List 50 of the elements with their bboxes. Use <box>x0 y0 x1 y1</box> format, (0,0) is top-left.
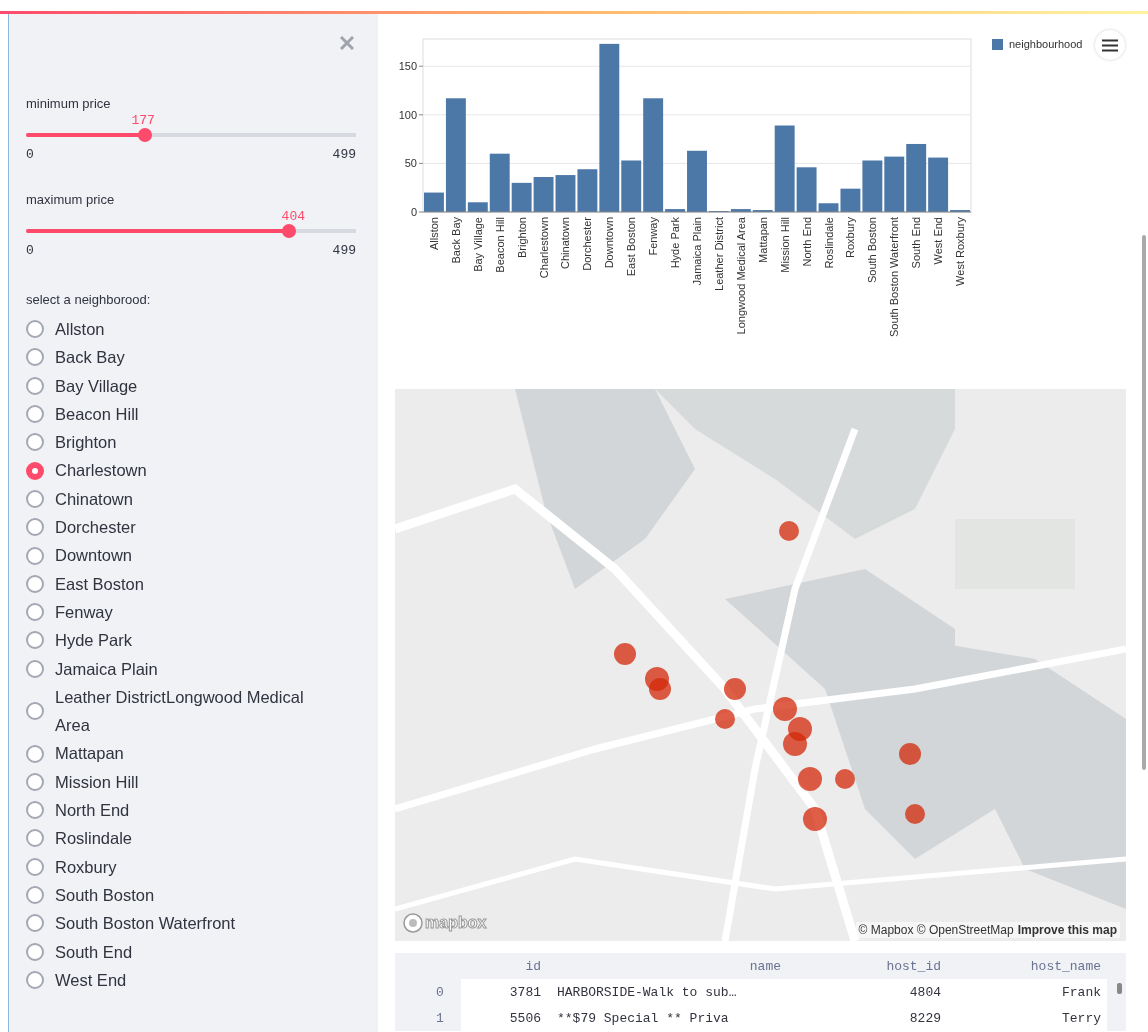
slider-max: 499 <box>332 147 356 162</box>
x-tick-label: Jamaica Plain <box>691 217 703 286</box>
table-cell: Frank <box>947 979 1107 1005</box>
slider-label: minimum price <box>26 96 112 111</box>
slider-max: 499 <box>332 243 356 258</box>
x-tick-label: Fenway <box>647 217 660 256</box>
x-tick-label: South End <box>910 217 923 269</box>
table-cell: 8229 <box>787 1005 947 1031</box>
x-tick-label: Allston <box>427 217 440 251</box>
y-tick-label: 100 <box>398 108 417 121</box>
slider-value: 404 <box>281 209 305 224</box>
table-cell: Terry <box>947 1005 1107 1031</box>
slider-value: 177 <box>131 113 155 128</box>
table-cell: **$79 Special ** Priva <box>547 1005 787 1031</box>
x-tick-label: Bay Village <box>471 217 484 272</box>
table-cell: 4804 <box>787 979 947 1005</box>
x-tick-label: Leather District <box>712 217 725 291</box>
x-tick-label: Brighton <box>515 217 528 258</box>
x-tick-label: Mattapan <box>756 217 769 263</box>
x-tick-label: Roxbury <box>844 217 857 258</box>
row-index: 1 <box>435 1010 445 1028</box>
map-attribution: © Mapbox © OpenStreetMap <box>858 923 1014 937</box>
x-tick-label: Hyde Park <box>669 217 682 269</box>
legend-label: neighbourhood <box>1009 38 1083 50</box>
x-tick-label: Roslindale <box>822 217 835 269</box>
x-tick-label: North End <box>800 217 813 267</box>
slider-min: 0 <box>26 243 34 258</box>
x-tick-label: East Boston <box>625 217 638 277</box>
x-tick-label: Chinatown <box>559 217 572 269</box>
table-cell: 3781 <box>461 979 547 1005</box>
x-tick-label: Dorchester <box>581 217 594 271</box>
x-tick-label: Downtown <box>603 217 616 269</box>
row-index: 0 <box>435 984 445 1002</box>
x-tick-label: Charlestown <box>537 217 550 279</box>
x-tick-label: Longwood Medical Area <box>734 217 747 335</box>
x-tick-label: Beacon Hill <box>493 217 506 273</box>
table-cell: HARBORSIDE-Walk to sub… <box>547 979 787 1005</box>
x-tick-label: South Boston Waterfront <box>888 217 901 338</box>
slider-min: 0 <box>26 147 34 162</box>
y-tick-label: 50 <box>404 157 417 170</box>
y-tick-label: 0 <box>410 206 417 218</box>
radio-group-label: select a neighborood: <box>26 292 152 307</box>
x-tick-label: West Roxbury <box>954 217 967 286</box>
x-tick-label: Mission Hill <box>778 217 791 273</box>
x-tick-label: West End <box>932 217 945 265</box>
table-cell: 5506 <box>461 1005 547 1031</box>
x-tick-label: Back Bay <box>449 217 462 264</box>
slider-label: maximum price <box>26 192 116 207</box>
y-tick-label: 150 <box>398 60 417 73</box>
x-tick-label: South Boston <box>866 217 879 284</box>
